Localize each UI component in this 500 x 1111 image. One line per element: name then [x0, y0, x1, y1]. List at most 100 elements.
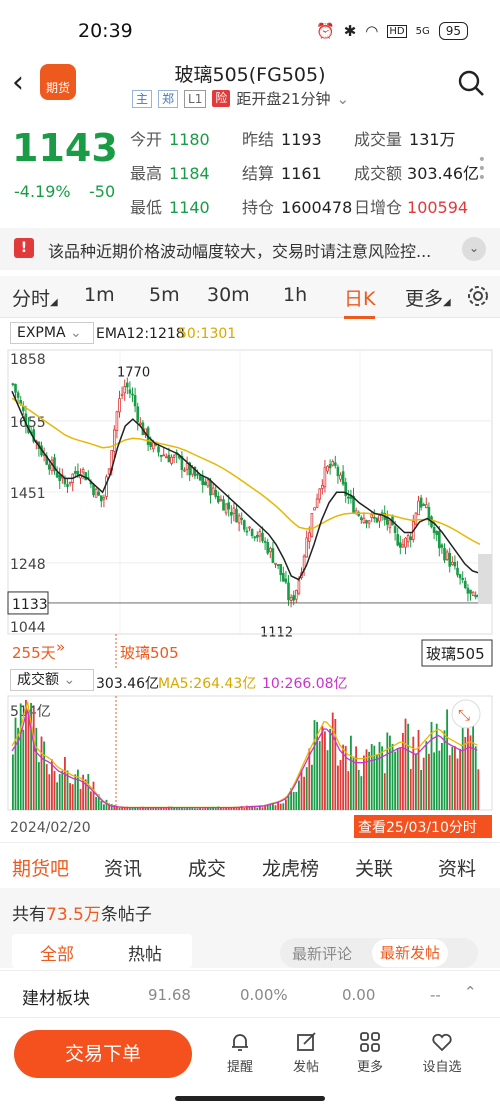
sort-latest-post[interactable]: 最新发帖 [372, 939, 449, 967]
expand-icon: ⤡ [458, 706, 470, 724]
volume-bar [420, 769, 423, 810]
candle [461, 578, 465, 580]
alarm-icon: ⏰ [316, 22, 335, 40]
volume-bar [477, 769, 480, 810]
candle [307, 532, 311, 542]
candle [331, 460, 335, 466]
volume-bar [391, 744, 394, 810]
candle [128, 389, 132, 394]
candle [255, 535, 259, 538]
candle [435, 530, 439, 535]
volume-bar [194, 808, 196, 810]
tab-dragon-tiger[interactable]: 龙虎榜 [262, 854, 319, 881]
sector-row[interactable]: 建材板块 91.68 0.00% 0.00 -- ⌃ [0, 970, 500, 1018]
add-watchlist-button[interactable]: 设自选 [412, 1030, 472, 1075]
view-intraday-label: 查看25/03/10分时 [358, 820, 477, 836]
volume-bar [12, 754, 14, 810]
tab-5m[interactable]: 5m [149, 284, 180, 306]
tab-forum[interactable]: 期货吧 [12, 854, 70, 891]
y-tick-label: 1451 [10, 486, 46, 502]
sector-name: 建材板块 [22, 989, 90, 1009]
start-date-label: 2024/02/20 [10, 820, 91, 836]
hd-icon: HD [387, 24, 407, 38]
tab-more[interactable]: 更多◢ [405, 284, 451, 311]
tab-30m[interactable]: 30m [207, 284, 250, 306]
volume-bar [40, 736, 43, 810]
volume-bar [443, 730, 446, 810]
candle [365, 520, 368, 524]
more-dots-icon[interactable]: • • • [478, 153, 486, 185]
chevron-up-icon[interactable]: ⌃ [464, 983, 477, 1001]
candle [333, 462, 337, 466]
filter-all[interactable]: 全部 [40, 940, 74, 965]
trade-order-button[interactable]: 交易下单 [14, 1030, 192, 1078]
candle [370, 514, 374, 518]
volume-bar [363, 755, 365, 810]
volume-bar [45, 764, 48, 810]
volume-bar [22, 729, 25, 810]
bell-icon [232, 1034, 248, 1051]
sort-latest-comment[interactable]: 最新评论 [292, 943, 352, 964]
tab-1m[interactable]: 1m [84, 284, 115, 306]
tab-intraday[interactable]: 分时◢ [12, 284, 58, 311]
candle [81, 468, 85, 473]
candle [58, 474, 62, 481]
volume-bar [243, 808, 246, 810]
tab-news[interactable]: 资讯 [104, 854, 142, 881]
risk-banner[interactable]: ! 该品种近期价格波动幅度较大，交易时请注意风险控... ⌄ [0, 228, 500, 270]
volume-bar [295, 791, 298, 810]
indicator-select[interactable]: EXPMA ⌄ [10, 322, 94, 344]
tab-trades[interactable]: 成交 [188, 854, 226, 881]
chevron-down-icon[interactable]: ⌄ [462, 237, 486, 261]
ema12-label: EMA12:1218 [96, 326, 185, 342]
candle [463, 580, 467, 589]
tab-profile[interactable]: 资料 [438, 854, 476, 881]
more-button[interactable]: 更多 [340, 1030, 400, 1075]
tag-exchange: 郑 [158, 89, 179, 108]
kline-chart[interactable]: 18581655145112481044113317701112255天» 玻璃5… [0, 344, 500, 668]
candle [219, 499, 223, 502]
search-icon[interactable] [456, 68, 486, 98]
candle [393, 526, 397, 533]
candle [84, 472, 88, 481]
candle [229, 512, 233, 516]
candle [318, 488, 322, 500]
settings-gear-icon[interactable] [466, 284, 490, 308]
alert-button[interactable]: 提醒 [210, 1030, 270, 1075]
candle [414, 512, 418, 525]
subtitle[interactable]: 主 郑 L1 险 距开盘21分钟 ⌄ [132, 88, 349, 109]
volume-bar [261, 807, 264, 810]
volume-bar [87, 774, 90, 810]
volume-bar [378, 741, 381, 810]
candle [445, 551, 449, 560]
volume-bar [274, 805, 277, 810]
signal-icon: 5G [415, 25, 430, 37]
filter-hot[interactable]: 热帖 [128, 940, 162, 965]
candle [450, 561, 454, 566]
candle [372, 516, 376, 519]
candle [227, 502, 231, 510]
volume-bar [285, 799, 287, 810]
last-price: 1143 [12, 126, 118, 170]
candle [100, 495, 103, 502]
candle [313, 507, 316, 511]
candle [471, 591, 475, 596]
tab-daily-k[interactable]: 日K [344, 284, 376, 319]
period-tabs: 分时◢ 1m 5m 30m 1h 日K 更多◢ [0, 276, 500, 319]
volume-bar [305, 767, 308, 810]
back-icon[interactable]: ‹ [12, 68, 24, 98]
volume-select[interactable]: 成交额 ⌄ [10, 669, 94, 691]
header: 玻璃505(FG505) ‹ 期货 主 郑 L1 险 距开盘21分钟 ⌄ [0, 58, 500, 112]
quote-cell: 日增仓 100594 [354, 198, 469, 217]
tab-related[interactable]: 关联 [355, 854, 393, 881]
tab-1h[interactable]: 1h [283, 284, 307, 306]
candle [266, 541, 270, 554]
volume-chart[interactable]: 514亿⤡2024/02/20查看25/03/10分时 [0, 692, 500, 838]
volume-bar [464, 736, 467, 810]
change-value: -50 [89, 182, 116, 201]
wifi-icon: ◠ [365, 22, 379, 40]
volume-bar [139, 807, 142, 810]
volume-bar [95, 796, 98, 810]
post-button[interactable]: 发帖 [276, 1030, 336, 1075]
candle [209, 480, 212, 496]
